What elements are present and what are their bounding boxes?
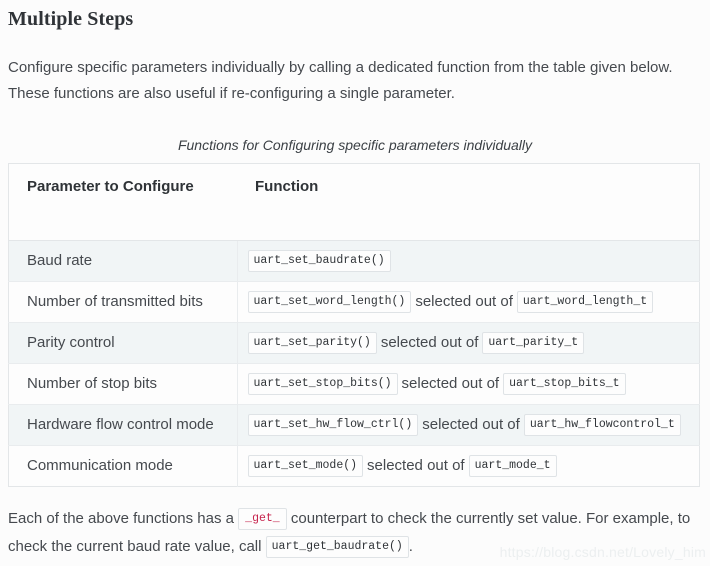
- table-row: Number of stop bits uart_set_stop_bits()…: [8, 363, 700, 406]
- type-code-chip: uart_mode_t: [468, 455, 557, 478]
- get-baudrate-code-chip: uart_get_baudrate(): [265, 536, 409, 559]
- functions-table: Parameter to Configure Function Baud rat…: [8, 163, 700, 488]
- function-code-chip: uart_set_mode(): [247, 455, 364, 478]
- cell-function: uart_set_stop_bits() selected out of uart_…: [236, 363, 700, 406]
- cell-parameter: Parity control: [8, 322, 237, 365]
- parameter-label: Parity control: [27, 334, 115, 352]
- table-header-row: Parameter to Configure Function: [8, 163, 700, 241]
- function-code-chip: uart_set_hw_flow_ctrl(): [247, 414, 419, 437]
- table-row: Baud rate uart_set_baudrate(): [8, 240, 700, 283]
- table-header: Parameter to Configure Function: [8, 163, 700, 241]
- column-header-function: Function: [237, 163, 700, 241]
- parameter-label: Communication mode: [27, 457, 173, 475]
- outro-text-part1: Each of the above functions has a: [8, 510, 234, 528]
- parameter-label: Number of transmitted bits: [27, 293, 203, 311]
- column-header-parameter: Parameter to Configure: [8, 163, 237, 241]
- cell-parameter: Hardware flow control mode: [8, 404, 237, 447]
- function-code-chip: uart_set_word_length(): [247, 291, 412, 314]
- table-row: Communication mode uart_set_mode() select…: [8, 445, 700, 487]
- function-code-chip: uart_set_parity(): [247, 332, 377, 355]
- cell-parameter: Number of transmitted bits: [8, 281, 237, 324]
- table-row: Hardware flow control mode uart_set_hw_f…: [8, 404, 700, 447]
- table-body: Baud rate uart_set_baudrate() Number of …: [8, 240, 700, 487]
- cell-function: uart_set_mode() selected out of uart_mode_…: [236, 445, 700, 487]
- page-title: Multiple Steps: [8, 8, 134, 30]
- table-row: Parity control uart_set_parity() selected…: [8, 322, 700, 365]
- function-code-chip: uart_set_stop_bits(): [247, 373, 398, 396]
- parameter-label: Baud rate: [27, 252, 93, 270]
- connector-text: selected out of: [367, 457, 465, 475]
- cell-function: uart_set_parity() selected out of uart_par…: [236, 322, 700, 365]
- cell-function: uart_set_hw_flow_ctrl() selected out of ua…: [236, 404, 700, 447]
- cell-function: uart_set_baudrate(): [236, 240, 700, 283]
- connector-text: selected out of: [401, 375, 500, 393]
- type-code-chip: uart_parity_t: [482, 332, 585, 355]
- cell-parameter: Communication mode: [8, 445, 237, 487]
- type-code-chip: uart_stop_bits_t: [503, 373, 626, 396]
- cell-function: uart_set_word_length() selected out of uar…: [236, 281, 700, 324]
- table-row: Number of transmitted bits uart_set_word…: [8, 281, 700, 324]
- type-code-chip: uart_word_length_t: [516, 291, 654, 314]
- outro-paragraph: Each of the above functions has a _get_ …: [0, 487, 710, 561]
- parameter-label: Number of stop bits: [27, 375, 158, 393]
- connector-text: selected out of: [422, 416, 520, 434]
- intro-paragraph: Configure specific parameters individual…: [8, 59, 673, 102]
- get-suffix-code-chip: _get_: [238, 508, 287, 531]
- connector-text: selected out of: [415, 293, 513, 311]
- parameter-label: Hardware flow control mode: [27, 416, 214, 434]
- type-code-chip: uart_hw_flowcontrol_t: [523, 414, 681, 437]
- function-code-chip: uart_set_baudrate(): [247, 250, 391, 273]
- document-page: Multiple Steps Configure specific parame…: [0, 0, 710, 566]
- connector-text: selected out of: [380, 334, 479, 352]
- cell-parameter: Number of stop bits: [8, 363, 237, 406]
- table-caption: Functions for Configuring specific param…: [177, 137, 533, 153]
- cell-parameter: Baud rate: [8, 240, 237, 283]
- outro-text-part3: .: [408, 538, 413, 556]
